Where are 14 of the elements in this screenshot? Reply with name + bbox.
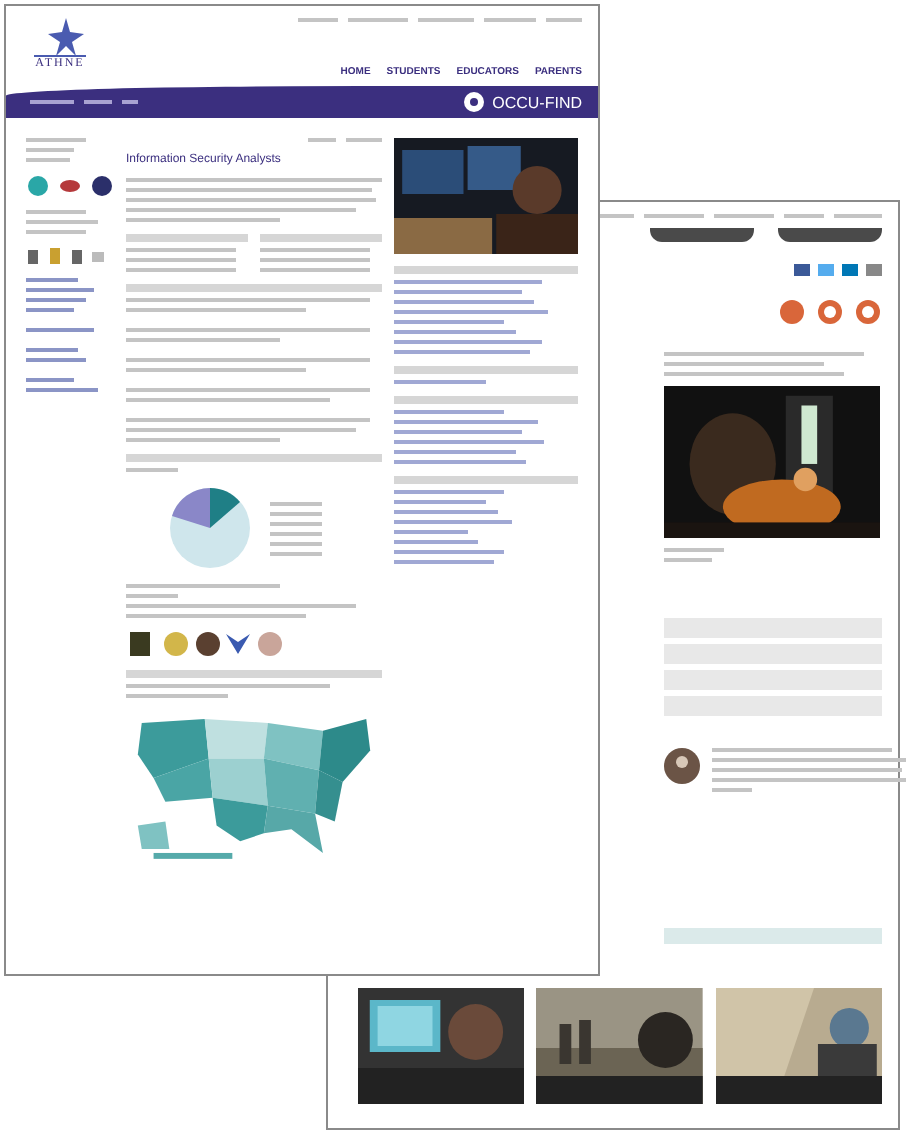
blurred-text — [126, 234, 248, 272]
star-logo-icon — [34, 18, 86, 58]
blurred-text — [260, 234, 382, 272]
tab[interactable] — [650, 228, 754, 242]
app-title: OCCU-FIND — [492, 93, 582, 111]
pie-chart-drawing — [166, 484, 254, 572]
tool-icons-drawing[interactable] — [26, 246, 106, 266]
blurred-text — [270, 501, 322, 555]
blurred-text — [664, 548, 724, 562]
badge-icons-drawing[interactable] — [778, 298, 882, 326]
avatar-icon — [664, 748, 700, 784]
tab[interactable] — [778, 228, 882, 242]
category-icons-drawing[interactable] — [26, 174, 114, 198]
social-icons-drawing[interactable] — [794, 262, 882, 278]
